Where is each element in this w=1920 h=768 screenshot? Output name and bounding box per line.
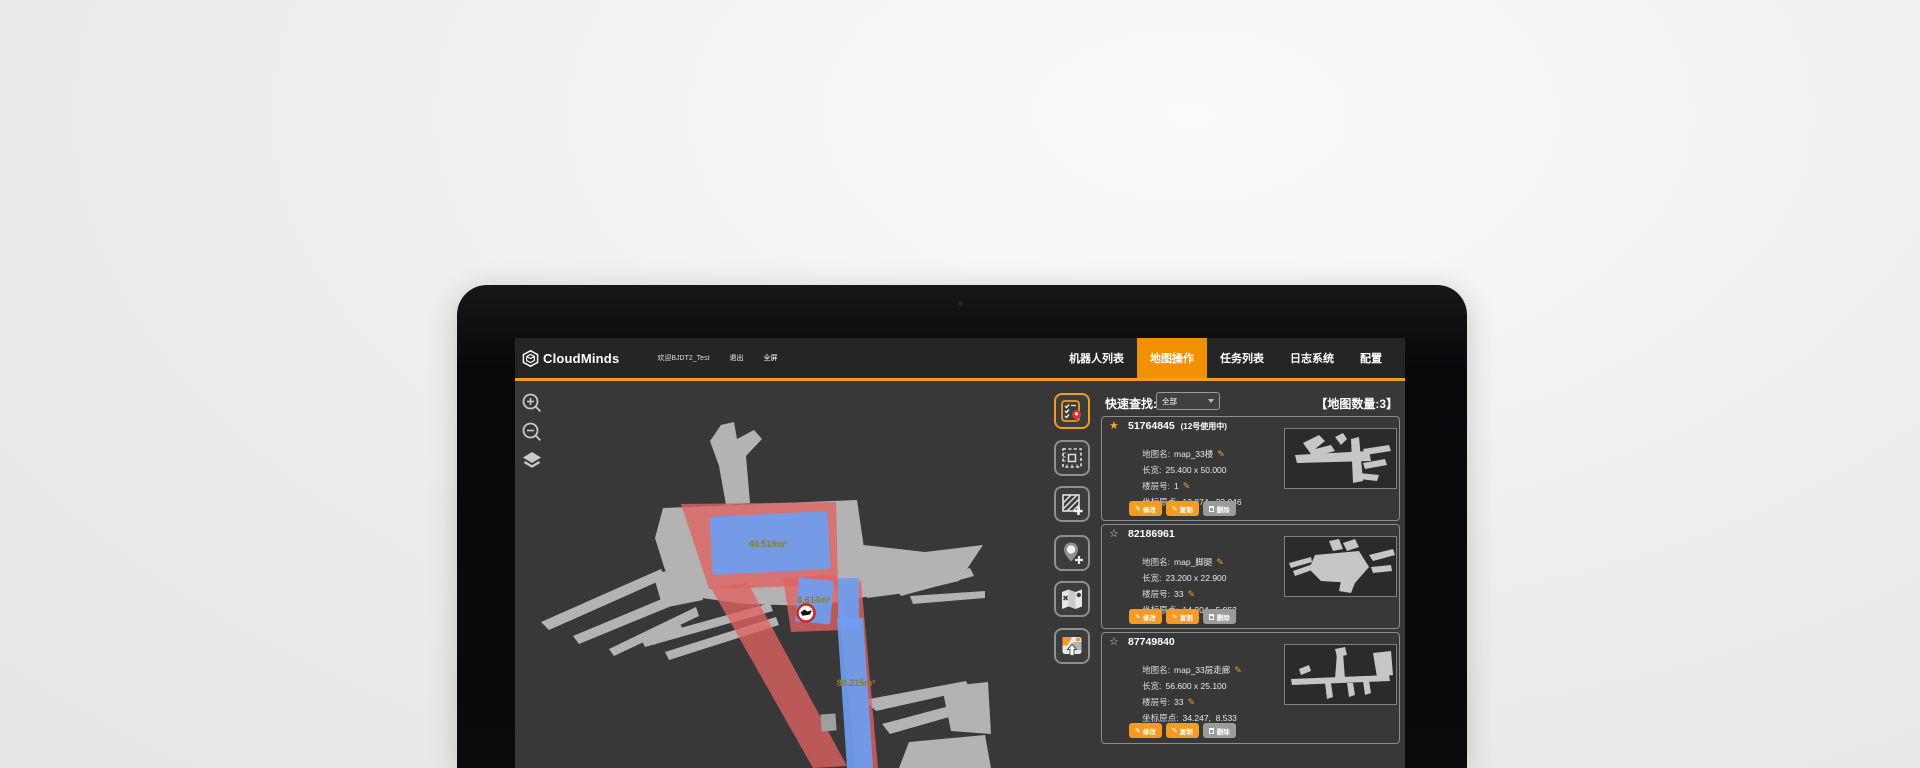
filter-selected-value: 全部 [1162, 396, 1177, 407]
card-buttons: ✎修改 ✎复制 删除 [1129, 609, 1236, 624]
map-pin-plus-icon [1059, 540, 1085, 566]
finder-bar: 快速查找: 全部 【地图数量:3】 [1105, 392, 1400, 412]
map-tools [520, 391, 546, 473]
map-card: ★ 51764845 (12号使用中) 地图名:map_33楼✎ 长宽:25.4… [1101, 416, 1400, 521]
record-list-tool-button[interactable] [1054, 393, 1090, 429]
map-thumbnail[interactable] [1284, 536, 1397, 597]
nav-item-task-list[interactable]: 任务列表 [1207, 338, 1277, 378]
map-count-label: 【地图数量:3】 [1315, 395, 1398, 412]
brand: CloudMinds [515, 350, 619, 367]
delete-map-button[interactable]: 删除 [1203, 609, 1236, 624]
zoom-in-button[interactable] [520, 391, 544, 415]
layers-icon [521, 451, 543, 471]
edit-map-button[interactable]: ✎修改 [1129, 723, 1162, 738]
nav-menu: 机器人列表 地图操作 任务列表 日志系统 配置 [1056, 338, 1405, 378]
map-card: ☆ 87749840 地图名:map_33层走廊✎ 长宽:56.600 x 25… [1101, 632, 1400, 744]
app-screen: CloudMinds 欢迎BJDT2_Test 退出 全屏 机器人列表 地图操作… [515, 338, 1405, 768]
hatched-area-plus-icon [1059, 491, 1085, 517]
map-upload-arrow-icon [1059, 633, 1085, 659]
edit-pencil-icon: ✎ [1172, 613, 1178, 621]
trash-icon [1209, 506, 1214, 512]
area-label-1: 40.519m² [749, 539, 788, 549]
zoom-in-icon [521, 392, 543, 414]
copy-map-button[interactable]: ✎复制 [1166, 723, 1199, 738]
favorite-star-icon[interactable]: ☆ [1109, 635, 1119, 648]
edit-pencil-icon: ✎ [1135, 505, 1141, 513]
welcome-text: 欢迎BJDT2_Test [657, 353, 709, 363]
map-card-title: 51764845 (12号使用中) [1128, 420, 1227, 432]
navbar: CloudMinds 欢迎BJDT2_Test 退出 全屏 机器人列表 地图操作… [515, 338, 1405, 381]
welcome-area: 欢迎BJDT2_Test 退出 全屏 [657, 353, 777, 363]
edit-map-button[interactable]: ✎修改 [1129, 609, 1162, 624]
chevron-down-icon [1208, 399, 1214, 403]
occupancy-grid-shapes [541, 422, 991, 768]
nav-item-map-ops[interactable]: 地图操作 [1137, 338, 1207, 378]
favorite-star-icon[interactable]: ★ [1109, 419, 1119, 432]
map-thumbnail[interactable] [1284, 428, 1397, 489]
edit-pencil-icon: ✎ [1172, 727, 1178, 735]
trash-icon [1209, 614, 1214, 620]
map-thumbnail[interactable] [1284, 644, 1397, 705]
area-label-2: 8.614m² [797, 595, 831, 605]
add-poi-tool-button[interactable] [1054, 535, 1090, 571]
edit-pencil-icon: ✎ [1172, 505, 1178, 513]
card-buttons: ✎修改 ✎复制 删除 [1129, 723, 1236, 738]
map-obstacle-rect [820, 713, 836, 731]
upload-map-tool-button[interactable] [1054, 628, 1090, 664]
delete-map-button[interactable]: 删除 [1203, 723, 1236, 738]
delete-map-tool-button[interactable] [1054, 581, 1090, 617]
fullscreen-link[interactable]: 全屏 [764, 353, 778, 363]
map-id: 87749840 [1128, 636, 1175, 648]
map-card-title: 87749840 [1128, 636, 1175, 648]
edit-pencil-icon[interactable]: ✎ [1234, 665, 1242, 675]
layers-button[interactable] [520, 449, 544, 473]
select-area-icon [1059, 445, 1085, 471]
cloudminds-logo-icon [522, 350, 539, 367]
card-buttons: ✎修改 ✎复制 删除 [1129, 501, 1236, 516]
map-card-title: 82186961 [1128, 528, 1175, 540]
edit-pencil-icon: ✎ [1135, 727, 1141, 735]
favorite-star-icon[interactable]: ☆ [1109, 527, 1119, 540]
finder-label: 快速查找: [1105, 395, 1157, 412]
brand-name: CloudMinds [543, 351, 619, 366]
map-card: ☆ 82186961 地图名:map_脚腿✎ 长宽:23.200 x 22.90… [1101, 524, 1400, 629]
logout-link[interactable]: 退出 [730, 353, 744, 363]
add-region-tool-button[interactable] [1054, 486, 1090, 522]
webcam-dot [958, 301, 963, 306]
map-in-use-suffix: (12号使用中) [1181, 422, 1227, 431]
map-delete-icon [1059, 586, 1085, 612]
zoom-out-button[interactable] [520, 420, 544, 444]
copy-map-button[interactable]: ✎复制 [1166, 609, 1199, 624]
nav-item-config[interactable]: 配置 [1347, 338, 1395, 378]
copy-map-button[interactable]: ✎复制 [1166, 501, 1199, 516]
map-id: 82186961 [1128, 528, 1175, 540]
no-entry-sign [798, 605, 815, 622]
select-area-tool-button[interactable] [1054, 440, 1090, 476]
edit-map-button[interactable]: ✎修改 [1129, 501, 1162, 516]
filter-dropdown[interactable]: 全部 [1156, 392, 1220, 410]
trash-icon [1209, 728, 1214, 734]
area-label-3: 80.215m² [837, 678, 876, 688]
nav-item-log-system[interactable]: 日志系统 [1277, 338, 1347, 378]
delete-map-button[interactable]: 删除 [1203, 501, 1236, 516]
edit-pencil-icon: ✎ [1135, 613, 1141, 621]
map-id: 51764845 [1128, 420, 1175, 432]
checklist-pin-icon [1059, 398, 1085, 424]
zoom-out-icon [521, 421, 543, 443]
nav-item-robot-list[interactable]: 机器人列表 [1056, 338, 1137, 378]
